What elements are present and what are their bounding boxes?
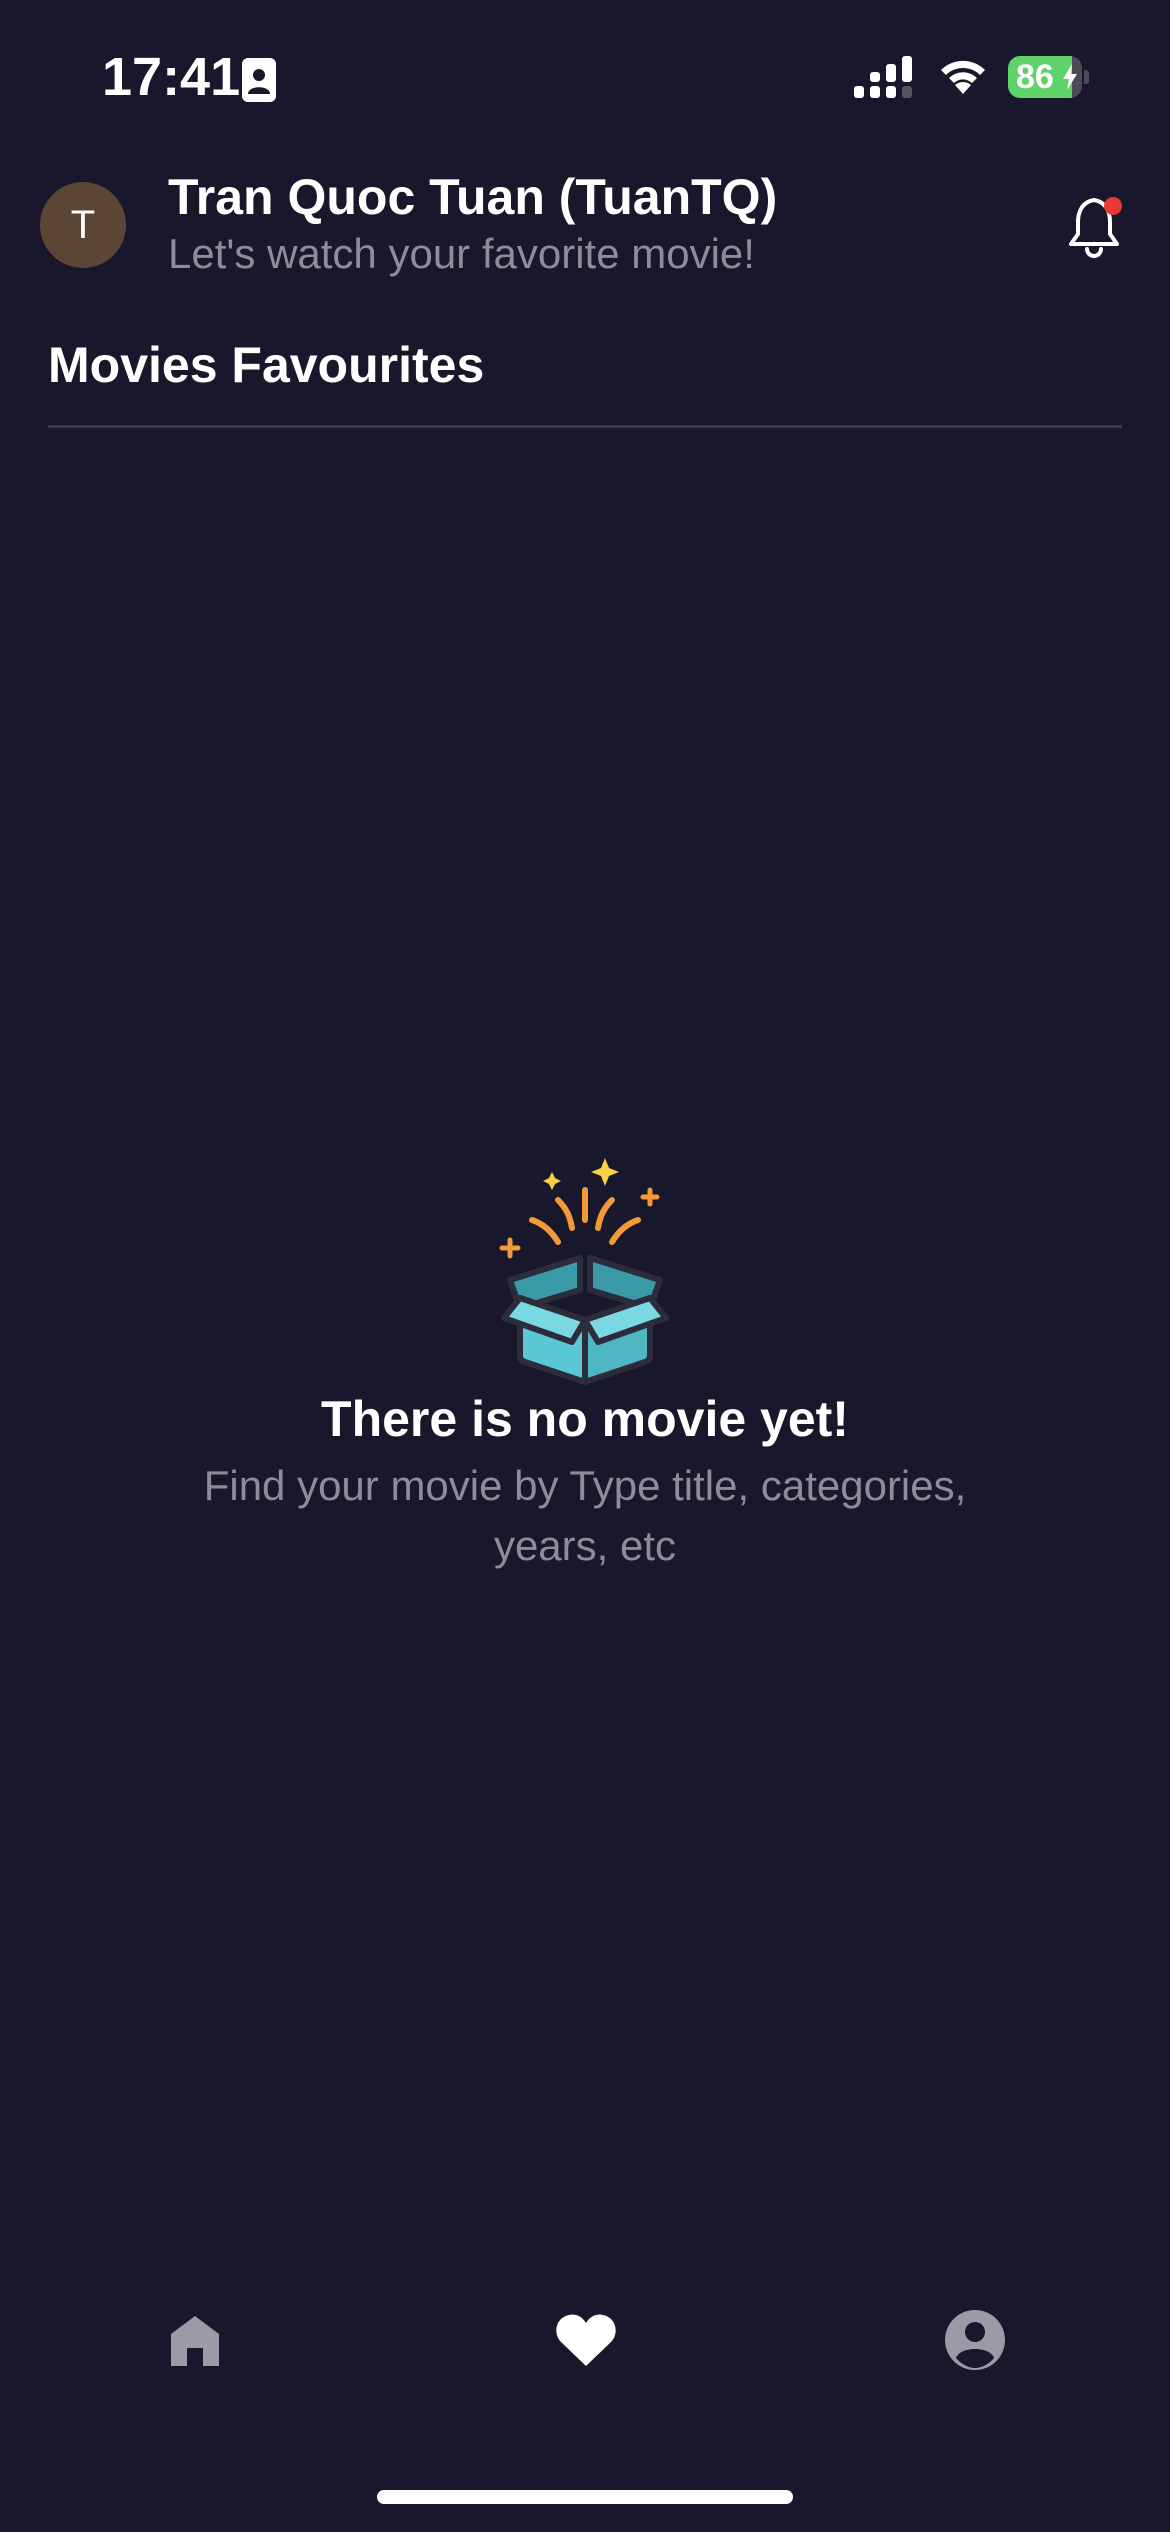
home-icon bbox=[171, 2316, 219, 2366]
user-name: Tran Quoc Tuan (TuanTQ) bbox=[168, 169, 778, 225]
nav-home[interactable] bbox=[145, 2290, 245, 2390]
empty-state-subtitle: Find your movie by Type title, categorie… bbox=[203, 1462, 967, 1569]
empty-state-title: There is no movie yet! bbox=[321, 1391, 849, 1447]
cellular-signal-icon bbox=[854, 56, 912, 98]
charging-bolt-icon bbox=[1063, 64, 1077, 90]
wifi-icon bbox=[941, 60, 985, 94]
open-box-icon bbox=[499, 1158, 669, 1385]
notification-button[interactable] bbox=[1066, 190, 1130, 260]
avatar[interactable]: T bbox=[40, 182, 126, 268]
section-title: Movies Favourites bbox=[48, 337, 485, 393]
bottom-navigation bbox=[0, 2290, 1170, 2390]
contact-card-icon bbox=[242, 58, 276, 102]
greeting-subtitle: Let's watch your favorite movie! bbox=[168, 230, 755, 277]
heart-icon bbox=[556, 2314, 616, 2366]
home-indicator[interactable] bbox=[377, 2490, 793, 2504]
profile-icon bbox=[945, 2310, 1005, 2370]
nav-favourites[interactable] bbox=[536, 2290, 636, 2390]
battery-cap bbox=[1084, 70, 1089, 84]
bell-icon bbox=[1069, 197, 1122, 258]
nav-profile[interactable] bbox=[925, 2290, 1025, 2390]
notification-dot bbox=[1104, 197, 1122, 215]
battery-indicator: 86 bbox=[1008, 56, 1089, 98]
status-time: 17:41 bbox=[102, 47, 241, 107]
favourites-screen: 17:41 86 T Tran Quoc Tuan (TuanTQ) Let's… bbox=[0, 0, 1170, 2532]
status-bar: 17:41 86 bbox=[0, 0, 1170, 150]
divider bbox=[48, 425, 1122, 428]
